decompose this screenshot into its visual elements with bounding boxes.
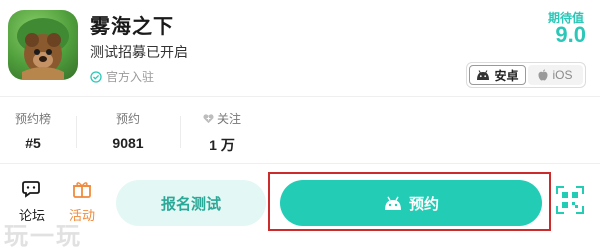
stat-separator xyxy=(180,116,181,148)
stat-rank-label: 预约榜 xyxy=(14,112,51,126)
verified-icon xyxy=(90,70,102,83)
qr-scan-button[interactable] xyxy=(556,186,584,214)
stat-rank-value: #5 xyxy=(25,135,41,151)
stat-reserve-label: 预约 xyxy=(115,112,140,126)
platform-ios[interactable]: iOS xyxy=(528,65,583,85)
android-icon xyxy=(477,70,490,80)
divider xyxy=(0,96,600,97)
apple-icon xyxy=(538,69,548,81)
platform-android-label: 安卓 xyxy=(494,68,519,83)
platform-toggle: 安卓 iOS xyxy=(466,62,586,88)
app-icon xyxy=(8,10,78,80)
highlight-box xyxy=(268,172,551,231)
qr-scan-icon xyxy=(556,186,584,214)
stat-reserve: 预约 9081 xyxy=(100,110,156,151)
stat-follow-value: 1 万 xyxy=(209,137,235,153)
heart-icon xyxy=(203,114,214,124)
gift-icon xyxy=(73,182,91,198)
official-label: 官方入驻 xyxy=(106,70,155,84)
divider xyxy=(0,163,600,164)
official-badge: 官方入驻 xyxy=(90,68,154,85)
platform-ios-label: iOS xyxy=(552,68,573,82)
stat-follow-label: 关注 xyxy=(216,112,241,126)
stat-reserve-value: 9081 xyxy=(112,135,144,151)
stat-rank: 预约榜 #5 xyxy=(14,110,52,151)
watermark: 玩一玩 xyxy=(4,223,82,249)
stat-follow: 关注 1 万 xyxy=(196,110,248,155)
app-subtitle: 测试招募已开启 xyxy=(90,44,188,60)
platform-android[interactable]: 安卓 xyxy=(469,65,526,85)
app-title: 雾海之下 xyxy=(90,16,174,38)
stat-separator xyxy=(76,116,77,148)
signup-test-button[interactable]: 报名测试 xyxy=(116,180,266,226)
chat-bubble-icon xyxy=(22,181,40,198)
expectation-score: 9.0 xyxy=(555,22,586,47)
